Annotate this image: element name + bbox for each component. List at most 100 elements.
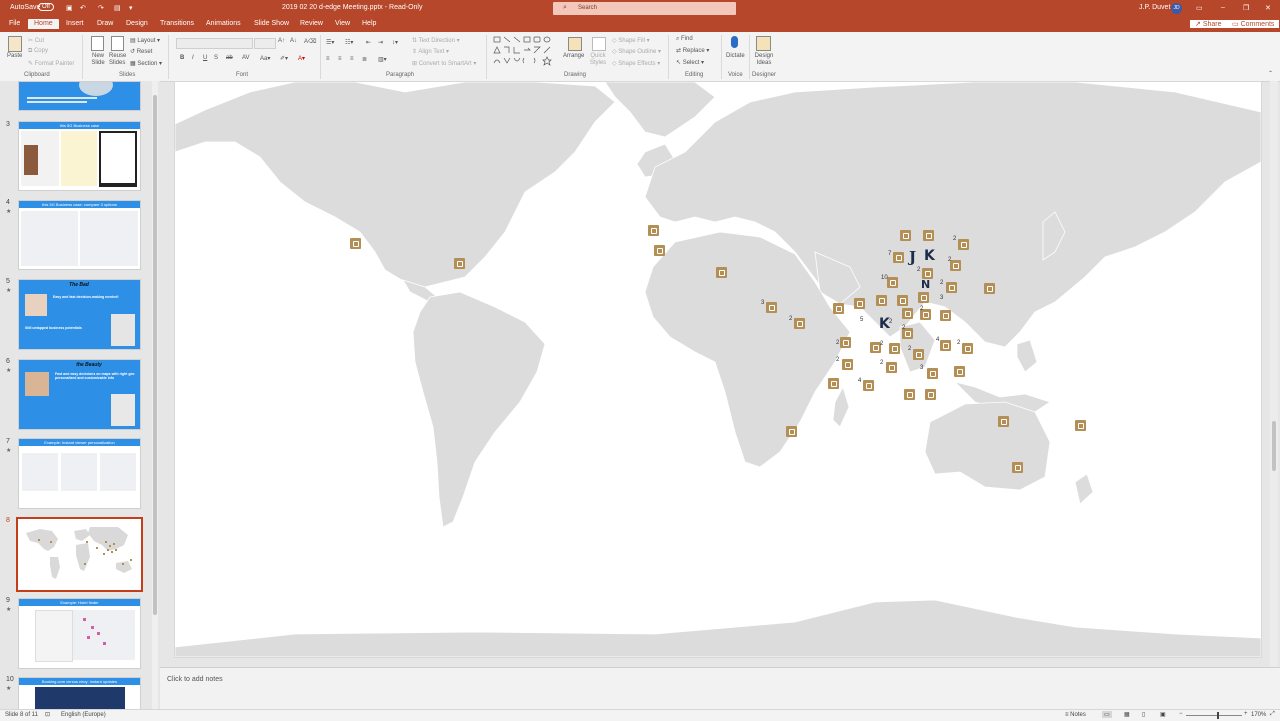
close-icon[interactable]: ✕: [1265, 4, 1271, 12]
hotel-marker-icon[interactable]: [902, 308, 913, 319]
hotel-marker-icon[interactable]: [923, 230, 934, 241]
strikethrough-icon[interactable]: ab: [226, 55, 233, 61]
dictate-button[interactable]: Dictate: [726, 53, 745, 59]
hotel-marker-icon[interactable]: [918, 292, 929, 303]
notes-toggle[interactable]: ≡ Notes: [1065, 712, 1086, 718]
hotel-marker-icon[interactable]: [984, 283, 995, 294]
paste-button[interactable]: Paste: [7, 53, 22, 59]
font-color-icon[interactable]: A▾: [298, 55, 305, 62]
find-button[interactable]: ⌕ Find: [676, 36, 693, 43]
hotel-marker-icon[interactable]: [925, 389, 936, 400]
hotel-marker-icon[interactable]: [998, 416, 1009, 427]
tab-home[interactable]: Home: [28, 19, 59, 29]
slide-canvas[interactable]: J K N K 7 2 2 2 10 2 3 3 2 2 5 2 2 2 2 4…: [174, 81, 1262, 658]
hotel-marker-icon[interactable]: [854, 298, 865, 309]
grow-font-icon[interactable]: A↑: [278, 38, 285, 44]
hotel-marker-icon[interactable]: [893, 252, 904, 263]
replace-button[interactable]: ⇄ Replace ▾: [676, 47, 709, 54]
tab-slide-show[interactable]: Slide Show: [254, 20, 289, 27]
redo-icon[interactable]: ↷: [98, 4, 104, 12]
hotel-marker-icon[interactable]: [954, 366, 965, 377]
autosave-toggle[interactable]: Off: [38, 3, 54, 11]
columns-icon[interactable]: ▥▾: [378, 56, 387, 63]
scrollbar-thumb[interactable]: [1272, 421, 1276, 471]
align-text-button[interactable]: ⇕ Align Text ▾: [412, 48, 449, 55]
chain-logo[interactable]: N: [921, 278, 930, 291]
slide-thumbnail-9[interactable]: Example: Hotel finder: [18, 598, 141, 669]
notes-placeholder[interactable]: Click to add notes: [167, 676, 223, 683]
notes-pane[interactable]: Click to add notes: [160, 667, 1280, 710]
tab-animations[interactable]: Animations: [206, 20, 241, 27]
hotel-marker-icon[interactable]: [958, 239, 969, 250]
slideshow-view-icon[interactable]: ▣: [1160, 711, 1166, 718]
shape-effects-button[interactable]: ◇ Shape Effects ▾: [612, 60, 660, 67]
ribbon-display-icon[interactable]: ▭: [1196, 4, 1203, 12]
justify-icon[interactable]: ≣: [362, 56, 367, 63]
search-box[interactable]: ⌕ Search: [553, 2, 736, 15]
slide-scrollbar[interactable]: [1270, 81, 1278, 667]
arrange-button[interactable]: Arrange: [563, 53, 584, 59]
shape-outline-button[interactable]: ◇ Shape Outline ▾: [612, 48, 661, 55]
hotel-marker-icon[interactable]: [716, 267, 727, 278]
font-size-select[interactable]: [254, 38, 276, 49]
bullets-icon[interactable]: ☰▾: [326, 39, 334, 46]
tab-draw[interactable]: Draw: [97, 20, 113, 27]
quick-styles-icon[interactable]: [592, 37, 606, 51]
align-center-icon[interactable]: ≡: [338, 56, 342, 62]
tab-review[interactable]: Review: [300, 20, 323, 27]
format-painter-button[interactable]: ✎ Format Painter: [28, 60, 74, 67]
new-slide-icon[interactable]: [91, 36, 104, 51]
collapse-ribbon-icon[interactable]: ⌃: [1268, 70, 1273, 77]
underline-icon[interactable]: U: [203, 55, 207, 61]
zoom-in-icon[interactable]: +: [1244, 711, 1248, 717]
reuse-slides-button[interactable]: Reuse Slides: [109, 53, 126, 67]
hotel-marker-icon[interactable]: [940, 340, 951, 351]
slide-thumbnail-6[interactable]: the Beauty Fast and easy decisions on ma…: [18, 359, 141, 430]
numbering-icon[interactable]: ☷▾: [345, 39, 353, 46]
reading-view-icon[interactable]: ▯: [1142, 711, 1145, 718]
italic-icon[interactable]: I: [192, 55, 194, 61]
hotel-marker-icon[interactable]: [1012, 462, 1023, 473]
microphone-icon[interactable]: [731, 36, 738, 48]
reuse-slides-icon[interactable]: [111, 36, 124, 51]
hotel-marker-icon[interactable]: [1075, 420, 1086, 431]
slide-sorter-icon[interactable]: ▦: [1124, 711, 1130, 718]
design-ideas-button[interactable]: Design Ideas: [754, 53, 774, 67]
thumbnail-scrollbar[interactable]: [152, 81, 158, 709]
hotel-marker-icon[interactable]: [828, 378, 839, 389]
hotel-marker-icon[interactable]: [842, 359, 853, 370]
hotel-marker-icon[interactable]: [876, 295, 887, 306]
hotel-marker-icon[interactable]: [766, 302, 777, 313]
hotel-marker-icon[interactable]: [786, 426, 797, 437]
hotel-marker-icon[interactable]: [950, 260, 961, 271]
shadow-icon[interactable]: S: [214, 55, 218, 61]
comments-button[interactable]: ▭ Comments: [1227, 20, 1280, 28]
copy-button[interactable]: ⧉ Copy: [28, 48, 48, 55]
present-icon[interactable]: ▤: [114, 4, 121, 12]
layout-button[interactable]: ▤ Layout ▾: [130, 37, 160, 44]
minimize-icon[interactable]: –: [1221, 4, 1225, 11]
tab-transitions[interactable]: Transitions: [160, 20, 194, 27]
select-button[interactable]: ↖ Select ▾: [676, 59, 704, 66]
zoom-out-icon[interactable]: −: [1179, 711, 1183, 717]
hotel-marker-icon[interactable]: [913, 349, 924, 360]
zoom-slider[interactable]: [1186, 712, 1242, 719]
slide-thumbnail-4[interactable]: this 5G Business case: compare 3 options: [18, 200, 141, 270]
tab-help[interactable]: Help: [362, 20, 376, 27]
increase-indent-icon[interactable]: ⇥: [378, 39, 383, 46]
change-case-icon[interactable]: Aa▾: [260, 55, 270, 62]
hotel-marker-icon[interactable]: [897, 295, 908, 306]
hotel-marker-icon[interactable]: [927, 368, 938, 379]
decrease-indent-icon[interactable]: ⇤: [366, 39, 371, 46]
shape-fill-button[interactable]: ◇ Shape Fill ▾: [612, 37, 650, 44]
font-name-select[interactable]: [176, 38, 253, 49]
hotel-marker-icon[interactable]: [886, 362, 897, 373]
hotel-marker-icon[interactable]: [654, 245, 665, 256]
slide-thumbnail-10[interactable]: Booking.com versus ciroy: Instant update…: [18, 677, 141, 711]
tab-file[interactable]: File: [9, 20, 20, 27]
hotel-marker-icon[interactable]: [794, 318, 805, 329]
shapes-gallery[interactable]: [493, 36, 555, 68]
tab-view[interactable]: View: [335, 20, 350, 27]
normal-view-icon[interactable]: ▭: [1102, 711, 1112, 718]
share-button[interactable]: ↗ Share: [1190, 20, 1227, 28]
